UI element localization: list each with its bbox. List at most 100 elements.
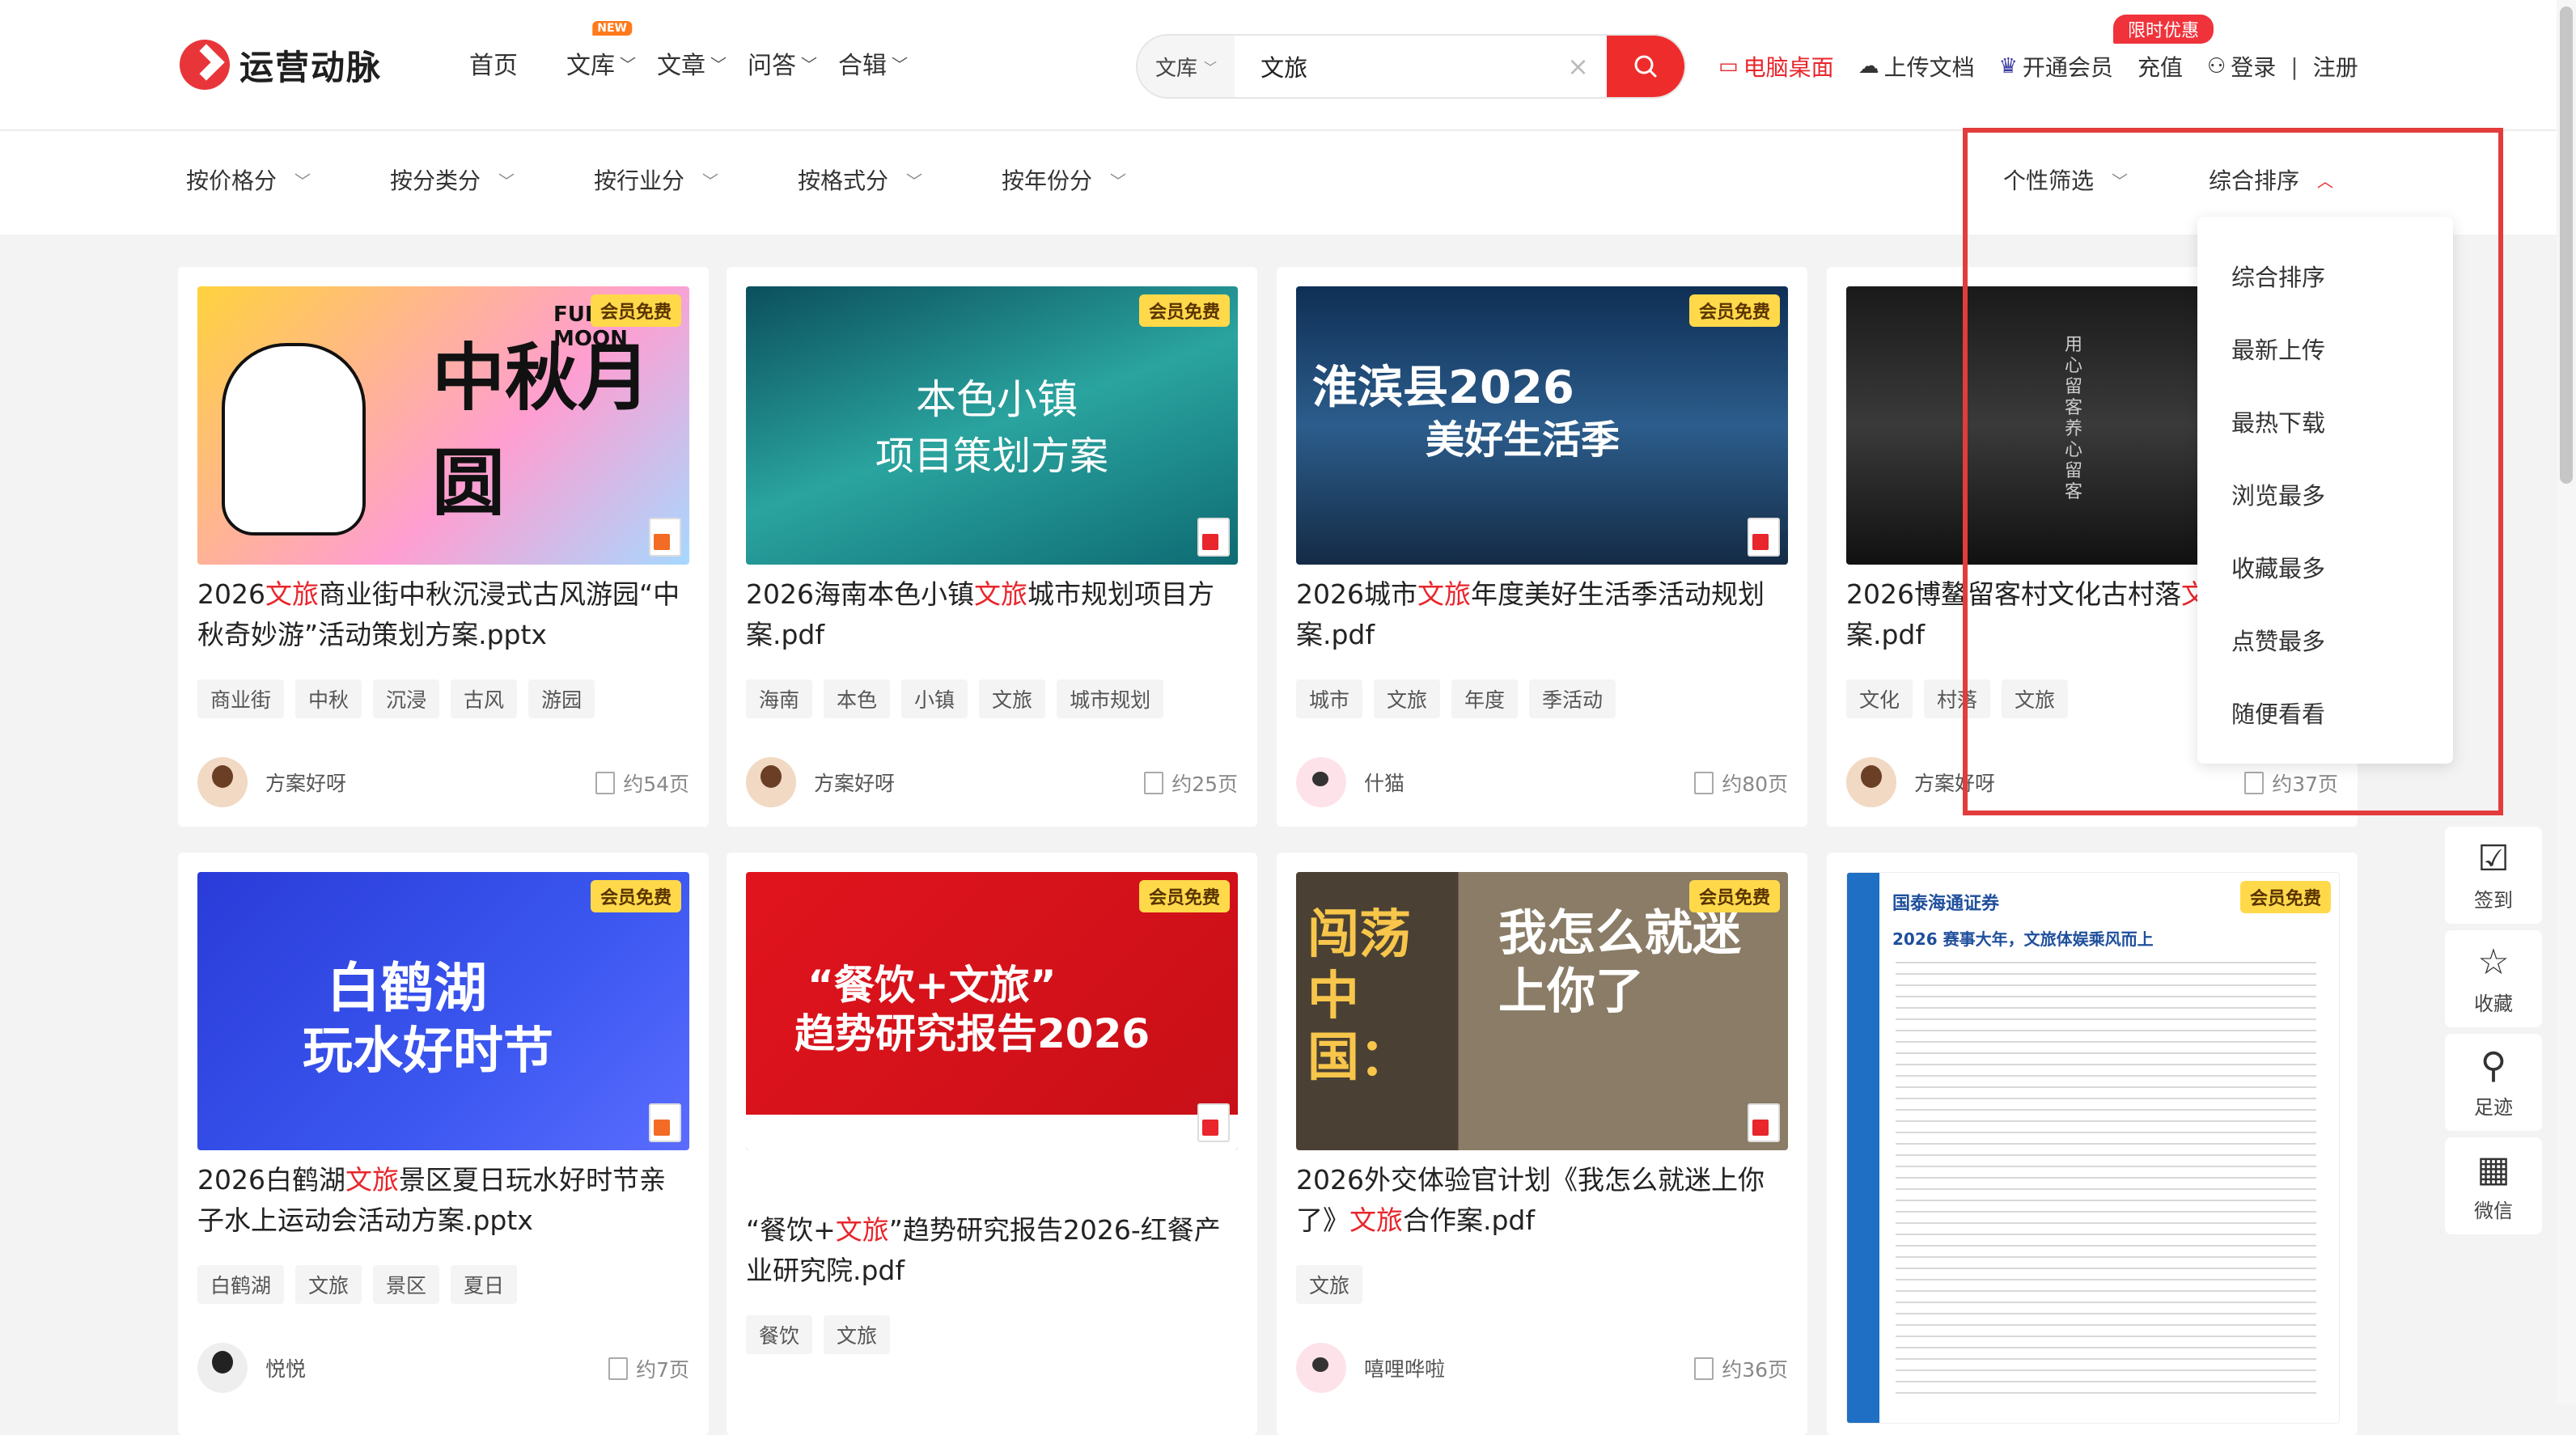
doc-thumbnail: 淮滨县2026 美好生活季 会员免费 bbox=[1296, 286, 1788, 565]
recharge-link[interactable]: 充值 bbox=[2137, 50, 2183, 83]
page-count: 约37页 bbox=[2244, 768, 2338, 798]
sort-option[interactable]: 最热下载 bbox=[2231, 404, 2325, 438]
tag[interactable]: 文旅 bbox=[2002, 679, 2069, 718]
tag[interactable]: 季活动 bbox=[1529, 679, 1616, 718]
tag[interactable]: 海南 bbox=[746, 679, 813, 718]
filter-year[interactable]: 按年份分 ﹀ bbox=[1002, 163, 1126, 196]
search-button[interactable] bbox=[1606, 36, 1684, 97]
filter-personal[interactable]: 个性筛选 ﹀ bbox=[2003, 163, 2128, 196]
filter-industry[interactable]: 按行业分 ﹀ bbox=[594, 163, 718, 196]
member-free-badge: 会员免费 bbox=[1138, 880, 1230, 912]
filter-category[interactable]: 按分类分 ﹀ bbox=[390, 163, 515, 196]
desktop-link[interactable]: ▭ 电脑桌面 bbox=[1718, 50, 1834, 83]
sort-option[interactable]: 点赞最多 bbox=[2231, 623, 2325, 657]
scrollbar-thumb[interactable] bbox=[2560, 6, 2573, 484]
author[interactable]: 什猫 bbox=[1296, 757, 1405, 807]
doc-card[interactable]: 淮滨县2026 美好生活季 会员免费 2026城市文旅年度美好生活季活动规划案.… bbox=[1277, 267, 1807, 827]
sort-option[interactable]: 随便看看 bbox=[2231, 696, 2325, 730]
side-checkin[interactable]: ☑ 签到 bbox=[2445, 827, 2542, 924]
sort-option[interactable]: 综合排序 bbox=[2231, 259, 2325, 293]
doc-title[interactable]: 2026白鹤湖文旅景区夏日玩水好时节亲子水上运动会活动方案.pptx bbox=[197, 1160, 689, 1241]
doc-card[interactable]: 国泰海通证券 2026 赛事大年，文旅体娱乘风而上 会员免费 bbox=[1827, 853, 2358, 1435]
tag[interactable]: 城市 bbox=[1296, 679, 1363, 718]
nav-collections[interactable]: 合辑 ﹀ bbox=[838, 45, 908, 81]
filter-sort[interactable]: 综合排序 ︿ bbox=[2209, 163, 2333, 196]
site-logo[interactable]: 运营动脉 bbox=[180, 39, 382, 91]
doc-card[interactable]: 白鹤湖 玩水好时节 会员免费 2026白鹤湖文旅景区夏日玩水好时节亲子水上运动会… bbox=[178, 853, 709, 1435]
side-history[interactable]: ⚲ 足迹 bbox=[2445, 1034, 2542, 1131]
main-nav: 首页 NEW 文库 ﹀ 文章 ﹀ 问答 ﹀ 合辑 ﹀ bbox=[469, 21, 929, 81]
nav-library[interactable]: NEW 文库 ﹀ bbox=[566, 21, 636, 81]
chevron-down-icon: ﹀ bbox=[710, 54, 727, 74]
page-count: 约7页 bbox=[608, 1354, 689, 1383]
doc-card[interactable]: “餐饮+文旅” 趋势研究报告2026 会员免费 “餐饮+文旅”趋势研究报告202… bbox=[727, 853, 1257, 1435]
pdf-file-icon bbox=[1197, 1103, 1230, 1142]
chevron-down-icon: ﹀ bbox=[702, 171, 719, 191]
register-link[interactable]: 注册 bbox=[2313, 50, 2358, 83]
doc-thumbnail: 国泰海通证券 2026 赛事大年，文旅体娱乘风而上 会员免费 bbox=[1846, 872, 2340, 1424]
page-count: 约80页 bbox=[1694, 768, 1788, 798]
sort-option[interactable]: 收藏最多 bbox=[2231, 550, 2325, 584]
nav-home[interactable]: 首页 bbox=[469, 45, 518, 81]
tag[interactable]: 文旅 bbox=[295, 1265, 362, 1304]
document-icon bbox=[1694, 1357, 1714, 1380]
search-category-select[interactable]: 文库 ﹀ bbox=[1138, 36, 1235, 97]
tag[interactable]: 文旅 bbox=[824, 1315, 891, 1354]
sort-option[interactable]: 浏览最多 bbox=[2231, 477, 2325, 511]
member-link[interactable]: ♛ 开通会员 bbox=[1999, 50, 2113, 83]
tag[interactable]: 中秋 bbox=[295, 679, 362, 718]
side-favorite[interactable]: ☆ 收藏 bbox=[2445, 930, 2542, 1027]
footprint-icon: ⚲ bbox=[2480, 1045, 2507, 1086]
tag[interactable]: 餐饮 bbox=[746, 1315, 813, 1354]
top-header: 运营动脉 首页 NEW 文库﹀ 文章﹀ 问答﹀ 合辑﹀ 文库﹀ × 限时优惠 ▭… bbox=[0, 0, 2576, 131]
doc-title[interactable]: 2026海南本色小镇文旅城市规划项目方案.pdf bbox=[746, 574, 1238, 655]
tag[interactable]: 游园 bbox=[528, 679, 595, 718]
tag[interactable]: 文旅 bbox=[1374, 679, 1441, 718]
tag[interactable]: 本色 bbox=[824, 679, 891, 718]
filter-price[interactable]: 按价格分 ﹀ bbox=[186, 163, 311, 196]
author[interactable]: 悦悦 bbox=[197, 1343, 306, 1393]
clear-icon[interactable]: × bbox=[1567, 51, 1589, 82]
filter-format[interactable]: 按格式分 ﹀ bbox=[798, 163, 922, 196]
chevron-down-icon: ﹀ bbox=[1204, 60, 1218, 75]
tag[interactable]: 城市规划 bbox=[1057, 679, 1164, 718]
logo-icon bbox=[180, 40, 230, 90]
doc-title[interactable]: 2026外交体验官计划《我怎么就迷上你了》文旅合作案.pdf bbox=[1296, 1160, 1788, 1241]
tag[interactable]: 白鹤湖 bbox=[197, 1265, 285, 1304]
tag[interactable]: 文化 bbox=[1846, 679, 1913, 718]
doc-card[interactable]: 中秋月圆 FULL MOON 会员免费 2026文旅商业街中秋沉浸式古风游园“中… bbox=[178, 267, 709, 827]
tag[interactable]: 商业街 bbox=[197, 679, 285, 718]
pptx-file-icon bbox=[649, 1103, 681, 1142]
tag[interactable]: 古风 bbox=[451, 679, 518, 718]
login-link[interactable]: ⚇ 登录 bbox=[2207, 50, 2276, 83]
tag[interactable]: 景区 bbox=[373, 1265, 440, 1304]
doc-title[interactable]: 2026文旅商业街中秋沉浸式古风游园“中秋奇妙游”活动策划方案.pptx bbox=[197, 574, 689, 655]
upload-link[interactable]: ☁ 上传文档 bbox=[1858, 50, 1975, 83]
tag-list: 文旅 bbox=[1296, 1265, 1374, 1304]
doc-card[interactable]: 闯荡中国： 我怎么就迷上你了 会员免费 2026外交体验官计划《我怎么就迷上你了… bbox=[1277, 853, 1807, 1435]
tag[interactable]: 小镇 bbox=[901, 679, 968, 718]
tag[interactable]: 文旅 bbox=[979, 679, 1046, 718]
member-free-badge: 会员免费 bbox=[590, 294, 681, 327]
sort-dropdown: 综合排序 最新上传 最热下载 浏览最多 收藏最多 点赞最多 随便看看 bbox=[2197, 217, 2453, 764]
search-input[interactable] bbox=[1235, 36, 1568, 97]
tag[interactable]: 沉浸 bbox=[373, 679, 440, 718]
author[interactable]: 方案好呀 bbox=[746, 757, 895, 807]
nav-qa[interactable]: 问答 ﹀ bbox=[748, 45, 817, 81]
avatar bbox=[1296, 1343, 1346, 1393]
nav-articles[interactable]: 文章 ﹀ bbox=[657, 45, 727, 81]
side-wechat[interactable]: ▦ 微信 bbox=[2445, 1137, 2542, 1234]
doc-thumbnail: 白鹤湖 玩水好时节 会员免费 bbox=[197, 872, 689, 1150]
doc-card[interactable]: 本色小镇 项目策划方案 会员免费 2026海南本色小镇文旅城市规划项目方案.pd… bbox=[727, 267, 1257, 827]
author[interactable]: 嘻哩哗啦 bbox=[1296, 1343, 1445, 1393]
tag[interactable]: 文旅 bbox=[1296, 1265, 1363, 1304]
sort-option[interactable]: 最新上传 bbox=[2231, 332, 2325, 366]
tag[interactable]: 夏日 bbox=[451, 1265, 518, 1304]
tag-list: 餐饮 文旅 bbox=[746, 1315, 901, 1354]
tag[interactable]: 村落 bbox=[1924, 679, 1991, 718]
tag[interactable]: 年度 bbox=[1451, 679, 1519, 718]
author[interactable]: 方案好呀 bbox=[197, 757, 346, 807]
doc-title[interactable]: “餐饮+文旅”趋势研究报告2026-红餐产业研究院.pdf bbox=[746, 1210, 1238, 1291]
author[interactable]: 方案好呀 bbox=[1846, 757, 1995, 807]
doc-title[interactable]: 2026城市文旅年度美好生活季活动规划案.pdf bbox=[1296, 574, 1788, 655]
